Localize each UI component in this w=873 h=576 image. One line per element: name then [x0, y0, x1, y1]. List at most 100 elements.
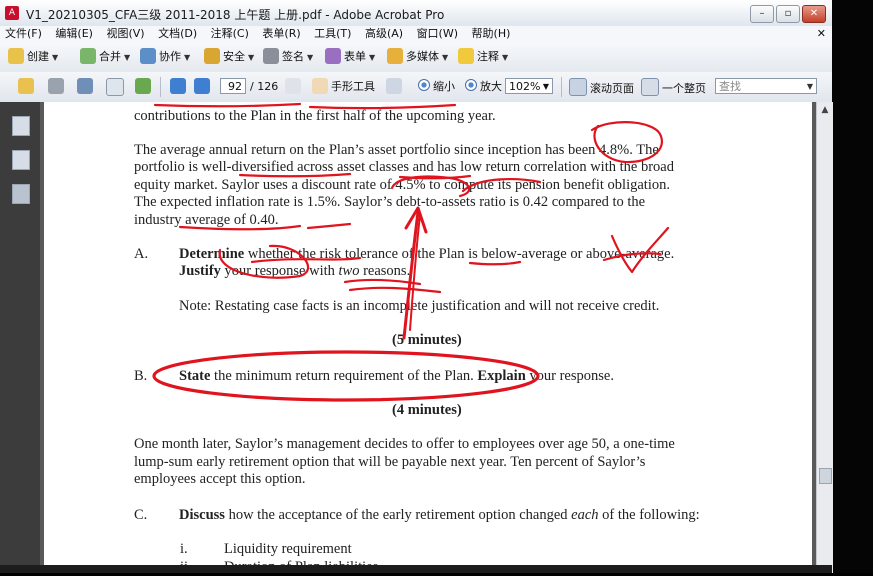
toolbar-divider	[561, 77, 562, 97]
page-total: / 126	[250, 80, 279, 93]
form-icon	[325, 48, 341, 64]
navigation-pane	[0, 102, 40, 573]
chevron-down-icon: ▼	[248, 53, 255, 62]
arrow-down-icon	[194, 78, 210, 94]
create-button[interactable]: 创建 ▼	[8, 48, 58, 66]
chevron-down-icon: ▼	[369, 53, 376, 62]
email-button[interactable]	[106, 78, 127, 96]
marquee-zoom-button[interactable]	[386, 78, 405, 96]
menu-comments[interactable]: 注释(C)	[206, 26, 254, 42]
combine-icon	[80, 48, 96, 64]
next-page-button[interactable]	[194, 78, 213, 96]
minimize-button[interactable]: –	[750, 5, 774, 23]
chevron-down-icon: ▼	[307, 53, 314, 62]
question-label: B.	[134, 368, 148, 384]
comment-button[interactable]: 注释 ▼	[458, 48, 508, 66]
list-label: i.	[180, 541, 188, 557]
menu-file[interactable]: 文件(F)	[0, 26, 47, 42]
zoom-out-button[interactable]: 缩小	[418, 78, 455, 96]
paragraph-line: employees accept this option.	[134, 471, 306, 487]
single-page-icon	[641, 78, 659, 96]
zoom-in-button[interactable]: 放大	[465, 78, 502, 96]
collaborate-icon	[140, 48, 156, 64]
search-input[interactable]: 查找 ▼	[715, 78, 817, 94]
question-label: A.	[134, 246, 149, 262]
bookmarks-panel-icon[interactable]	[12, 150, 30, 170]
title-bar: A V1_20210305_CFA三级 2011-2018 上午题 上册.pdf…	[0, 0, 832, 27]
time-allocation: (4 minutes)	[392, 402, 462, 418]
multimedia-button[interactable]: 多媒体 ▼	[387, 48, 448, 66]
magnifier-icon	[386, 78, 402, 94]
menu-advanced[interactable]: 高级(A)	[360, 26, 408, 42]
menu-forms[interactable]: 表单(R)	[257, 26, 305, 42]
signatures-panel-icon[interactable]	[12, 184, 30, 204]
toolbar-divider	[160, 77, 161, 97]
select-tool-button[interactable]	[285, 78, 304, 96]
screen-dark-margin	[832, 0, 873, 573]
pdf-page: contributions to the Plan in the first h…	[44, 102, 812, 575]
menu-edit[interactable]: 编辑(E)	[50, 26, 98, 42]
scrollbar-thumb[interactable]	[819, 468, 832, 484]
paragraph-line: The average annual return on the Plan’s …	[134, 142, 659, 158]
time-allocation: (5 minutes)	[392, 332, 462, 348]
create-icon	[8, 48, 24, 64]
vertical-scrollbar[interactable]: ▲	[816, 102, 833, 573]
note-text: Note: Restating case facts is an incompl…	[179, 298, 660, 314]
print-icon	[48, 78, 64, 94]
window-title: V1_20210305_CFA三级 2011-2018 上午题 上册.pdf -…	[26, 8, 445, 22]
maximize-button[interactable]: ▫	[776, 5, 800, 23]
paragraph-line: contributions to the Plan in the first h…	[134, 108, 496, 124]
pages-panel-icon[interactable]	[12, 116, 30, 136]
zoom-level-select[interactable]: 102% ▼	[505, 78, 553, 94]
question-a-line2: Justify your response with two reasons.	[179, 263, 411, 279]
globe-icon	[135, 78, 151, 94]
menu-document[interactable]: 文档(D)	[153, 26, 202, 42]
print-button[interactable]	[48, 78, 67, 96]
menu-tools[interactable]: 工具(T)	[309, 26, 356, 42]
folder-icon	[18, 78, 34, 94]
question-b-line: State the minimum return requirement of …	[179, 368, 614, 384]
list-item: Liquidity requirement	[224, 541, 352, 557]
paragraph-line: equity market. Saylor uses a discount ra…	[134, 177, 670, 193]
close-button[interactable]: ✕	[802, 5, 826, 23]
taskbar-strip	[0, 565, 832, 573]
zoom-out-icon	[418, 79, 430, 91]
paragraph-line: portfolio is well-diversified across ass…	[134, 159, 674, 175]
hand-tool-button[interactable]: 手形工具	[312, 78, 375, 96]
combine-button[interactable]: 合并 ▼	[80, 48, 130, 66]
hand-icon	[312, 78, 328, 94]
question-c-line: Discuss how the acceptance of the early …	[179, 507, 700, 523]
save-button[interactable]	[77, 78, 96, 96]
scroll-up-arrow-icon[interactable]: ▲	[817, 102, 833, 118]
cursor-icon	[285, 78, 301, 94]
menu-view[interactable]: 视图(V)	[101, 26, 149, 42]
previous-page-button[interactable]	[170, 78, 189, 96]
chevron-down-icon: ▼	[806, 82, 813, 91]
scroll-page-icon	[569, 78, 587, 96]
paragraph-line: industry average of 0.40.	[134, 212, 279, 228]
page-number-input[interactable]: 92	[220, 78, 246, 94]
acrobat-icon: A	[5, 6, 19, 20]
sign-button[interactable]: 签名 ▼	[263, 48, 313, 66]
share-button[interactable]	[135, 78, 154, 96]
lock-icon	[204, 48, 220, 64]
navigation-toolbar: 92 / 126 手形工具 缩小 放大 102% ▼ 滚动页面 一个整页 查找 ▼	[0, 72, 832, 103]
document-close-icon[interactable]: ✕	[817, 26, 826, 42]
forms-button[interactable]: 表单 ▼	[325, 48, 375, 66]
menu-help[interactable]: 帮助(H)	[467, 26, 516, 42]
scroll-page-button[interactable]: 滚动页面	[569, 78, 634, 96]
secure-button[interactable]: 安全 ▼	[204, 48, 254, 66]
single-page-button[interactable]: 一个整页	[641, 78, 706, 96]
paragraph-line: lump-sum early retirement option that wi…	[134, 454, 646, 470]
arrow-up-icon	[170, 78, 186, 94]
collaborate-button[interactable]: 协作 ▼	[140, 48, 190, 66]
question-a-line1: Determine whether the risk tolerance of …	[179, 246, 675, 262]
open-button[interactable]	[18, 78, 37, 96]
save-icon	[77, 78, 93, 94]
menu-window[interactable]: 窗口(W)	[412, 26, 463, 42]
chevron-down-icon: ▼	[542, 82, 549, 91]
chevron-down-icon: ▼	[184, 53, 191, 62]
chevron-down-icon: ▼	[52, 53, 59, 62]
pen-icon	[263, 48, 279, 64]
question-label: C.	[134, 507, 148, 523]
